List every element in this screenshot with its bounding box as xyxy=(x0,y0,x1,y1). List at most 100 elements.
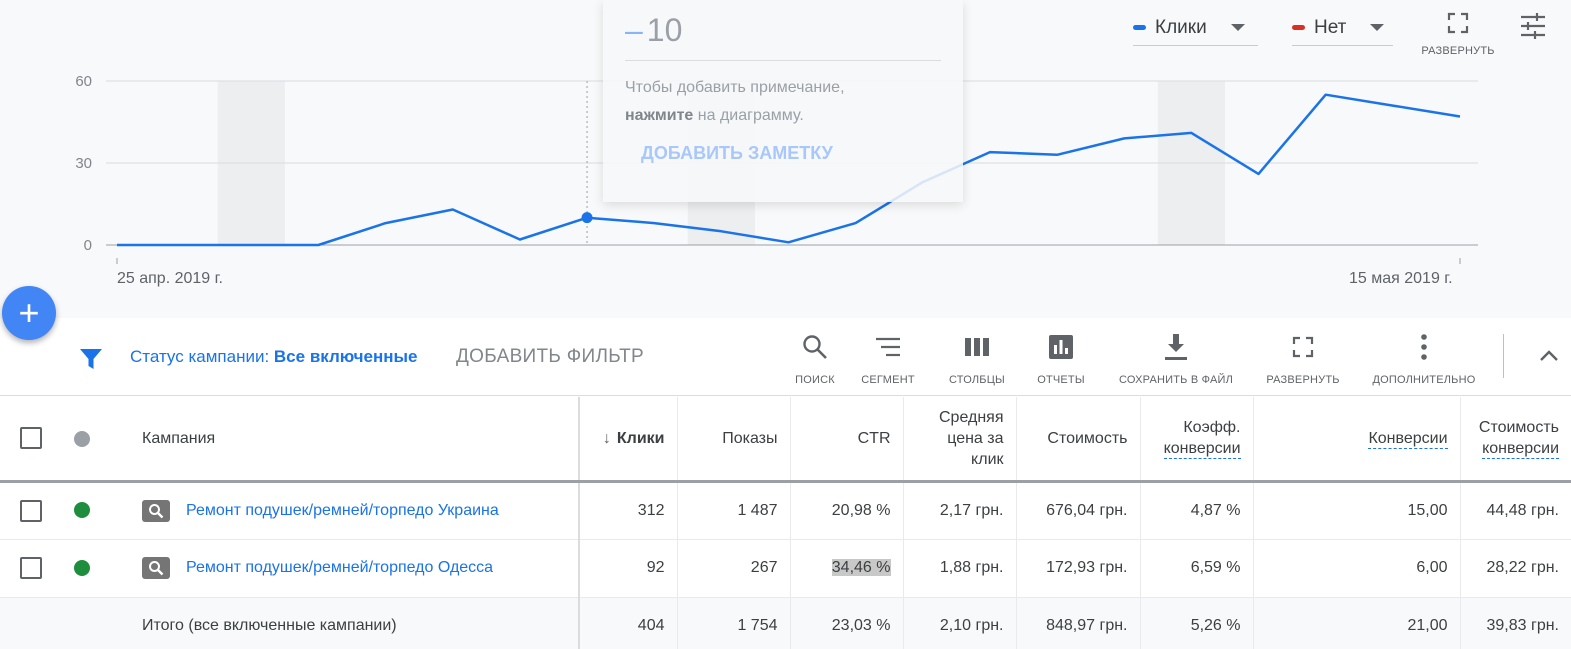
data-point[interactable] xyxy=(786,239,792,245)
total-label: Итого (все включенные кампании) xyxy=(122,597,580,649)
data-point[interactable] xyxy=(383,220,389,226)
performance-chart-panel: 0 30 60 25 апр. 2019 г. 15 мая 2019 г. Кли… xyxy=(0,0,1571,318)
status-enabled-dot[interactable] xyxy=(74,559,90,576)
header-campaign[interactable]: Кампания xyxy=(122,397,580,483)
table-header-row: Кампания ↓ Клики Показы CTR Средняя цена з… xyxy=(0,397,1571,483)
header-cost-per-conv[interactable]: Стоимость конверсии xyxy=(1460,397,1571,483)
status-header-icon[interactable] xyxy=(74,430,90,447)
cell-conversions: 15,00 xyxy=(1253,481,1461,540)
chevron-down-icon xyxy=(1230,24,1245,31)
table-expand-label: РАЗВЕРНУТЬ xyxy=(1266,374,1340,386)
data-point[interactable] xyxy=(1188,130,1194,136)
search-label: ПОИСК xyxy=(795,374,835,386)
segment-label: СЕГМЕНТ xyxy=(861,374,915,386)
cell-cost-per-conv: 44,48 грн. xyxy=(1460,481,1571,540)
total-avg-cpc: 2,10 грн. xyxy=(903,597,1017,649)
cell-avg-cpc: 1,88 грн. xyxy=(903,539,1017,598)
y-tick-label: 30 xyxy=(75,155,92,172)
popup-divider xyxy=(625,60,941,61)
header-cost[interactable]: Стоимость xyxy=(1016,397,1141,483)
header-conversions[interactable]: Конверсии xyxy=(1253,397,1461,483)
data-point[interactable] xyxy=(1457,114,1463,120)
search-button[interactable]: ПОИСК xyxy=(793,332,837,386)
cell-cost-per-conv: 28,22 грн. xyxy=(1460,539,1571,598)
data-point[interactable] xyxy=(181,242,187,248)
add-filter-button[interactable]: ДОБАВИТЬ ФИЛЬТР xyxy=(456,346,644,368)
metric2-color-dash xyxy=(1292,25,1305,30)
row-checkbox[interactable] xyxy=(20,557,42,579)
chevron-down-icon xyxy=(1370,24,1385,31)
total-ctr: 23,03 % xyxy=(790,597,904,649)
download-button[interactable]: СОХРАНИТЬ В ФАЙЛ xyxy=(1117,332,1235,386)
data-point[interactable] xyxy=(1054,152,1060,158)
data-point[interactable] xyxy=(517,237,523,243)
data-point[interactable] xyxy=(1323,92,1329,98)
toolbar-divider xyxy=(1503,334,1504,378)
cell-impressions: 1 487 xyxy=(677,481,791,540)
data-point[interactable] xyxy=(248,242,254,248)
search-campaign-icon xyxy=(142,557,170,579)
table-row: Ремонт подушек/ремней/торпедо Одесса 92 … xyxy=(0,539,1571,598)
segment-icon xyxy=(876,337,900,357)
header-avg-cpc[interactable]: Средняя цена за клик xyxy=(903,397,1017,483)
bar-chart-icon xyxy=(1049,335,1073,359)
status-enabled-dot[interactable] xyxy=(74,502,90,519)
data-point[interactable] xyxy=(718,228,724,234)
campaign-link[interactable]: Ремонт подушек/ремней/торпедо Украина xyxy=(186,502,499,519)
data-point[interactable] xyxy=(987,149,993,155)
header-conv-rate[interactable]: Коэфф. конверсии xyxy=(1140,397,1254,483)
metric2-label: Нет xyxy=(1314,16,1347,38)
data-point[interactable] xyxy=(114,242,120,248)
header-ctr[interactable]: CTR xyxy=(790,397,904,483)
chart-expand-button[interactable]: РАЗВЕРНУТЬ xyxy=(1418,12,1498,57)
fullscreen-icon xyxy=(1447,12,1469,34)
more-button[interactable]: ДОПОЛНИТЕЛЬНО xyxy=(1371,332,1477,386)
cell-conversions: 6,00 xyxy=(1253,539,1461,598)
cell-clicks: 92 xyxy=(579,539,678,598)
columns-button[interactable]: СТОЛБЦЫ xyxy=(946,332,1008,386)
tune-icon xyxy=(1521,13,1545,39)
cell-ctr: 34,46 % xyxy=(790,539,904,598)
x-axis-start-date: 25 апр. 2019 г. xyxy=(117,270,223,287)
add-button[interactable]: + xyxy=(2,286,56,340)
columns-icon xyxy=(965,338,989,356)
add-note-button[interactable]: ДОБАВИТЬ ЗАМЕТКУ xyxy=(641,143,833,164)
data-point[interactable] xyxy=(315,242,321,248)
table-expand-button[interactable]: РАЗВЕРНУТЬ xyxy=(1264,332,1342,386)
data-point[interactable] xyxy=(1121,135,1127,141)
data-point[interactable] xyxy=(450,206,456,212)
data-point[interactable] xyxy=(651,220,657,226)
columns-label: СТОЛБЦЫ xyxy=(949,374,1005,386)
total-conversions: 21,00 xyxy=(1253,597,1461,649)
data-point[interactable] xyxy=(1390,103,1396,109)
filter-icon[interactable] xyxy=(79,348,103,370)
data-point[interactable] xyxy=(853,220,859,226)
y-tick-label: 0 xyxy=(84,237,92,254)
metric-selector-1[interactable]: Клики xyxy=(1133,10,1258,46)
more-vert-icon xyxy=(1421,334,1427,360)
y-tick-label: 60 xyxy=(75,73,92,90)
campaigns-table: Кампания ↓ Клики Показы CTR Средняя цена з… xyxy=(0,397,1571,649)
chart-expand-label: РАЗВЕРНУТЬ xyxy=(1421,45,1495,57)
cell-cost: 172,93 грн. xyxy=(1016,539,1141,598)
metric-selector-2[interactable]: Нет xyxy=(1292,10,1393,46)
campaign-link[interactable]: Ремонт подушек/ремней/торпедо Одесса xyxy=(186,559,493,576)
cell-impressions: 267 xyxy=(677,539,791,598)
row-checkbox[interactable] xyxy=(20,499,42,522)
data-point[interactable] xyxy=(1256,171,1262,177)
download-icon xyxy=(1165,334,1187,360)
fullscreen-icon xyxy=(1292,336,1314,358)
header-clicks[interactable]: ↓ Клики xyxy=(579,397,678,483)
total-cost-per-conv: 39,83 грн. xyxy=(1460,597,1571,649)
selected-text: 34,46 % xyxy=(831,559,891,576)
segment-button[interactable]: СЕГМЕНТ xyxy=(859,332,917,386)
chart-settings-button[interactable] xyxy=(1519,12,1547,45)
data-point[interactable] xyxy=(581,212,593,224)
select-all-checkbox[interactable] xyxy=(20,427,42,450)
header-impressions[interactable]: Показы xyxy=(677,397,791,483)
total-cost: 848,97 грн. xyxy=(1016,597,1141,649)
metric1-color-dash xyxy=(1133,25,1146,30)
campaign-status-filter[interactable]: Статус кампании: Все включенные xyxy=(130,347,418,367)
chevron-up-icon[interactable] xyxy=(1539,348,1559,362)
reports-button[interactable]: ОТЧЕТЫ xyxy=(1035,332,1087,386)
